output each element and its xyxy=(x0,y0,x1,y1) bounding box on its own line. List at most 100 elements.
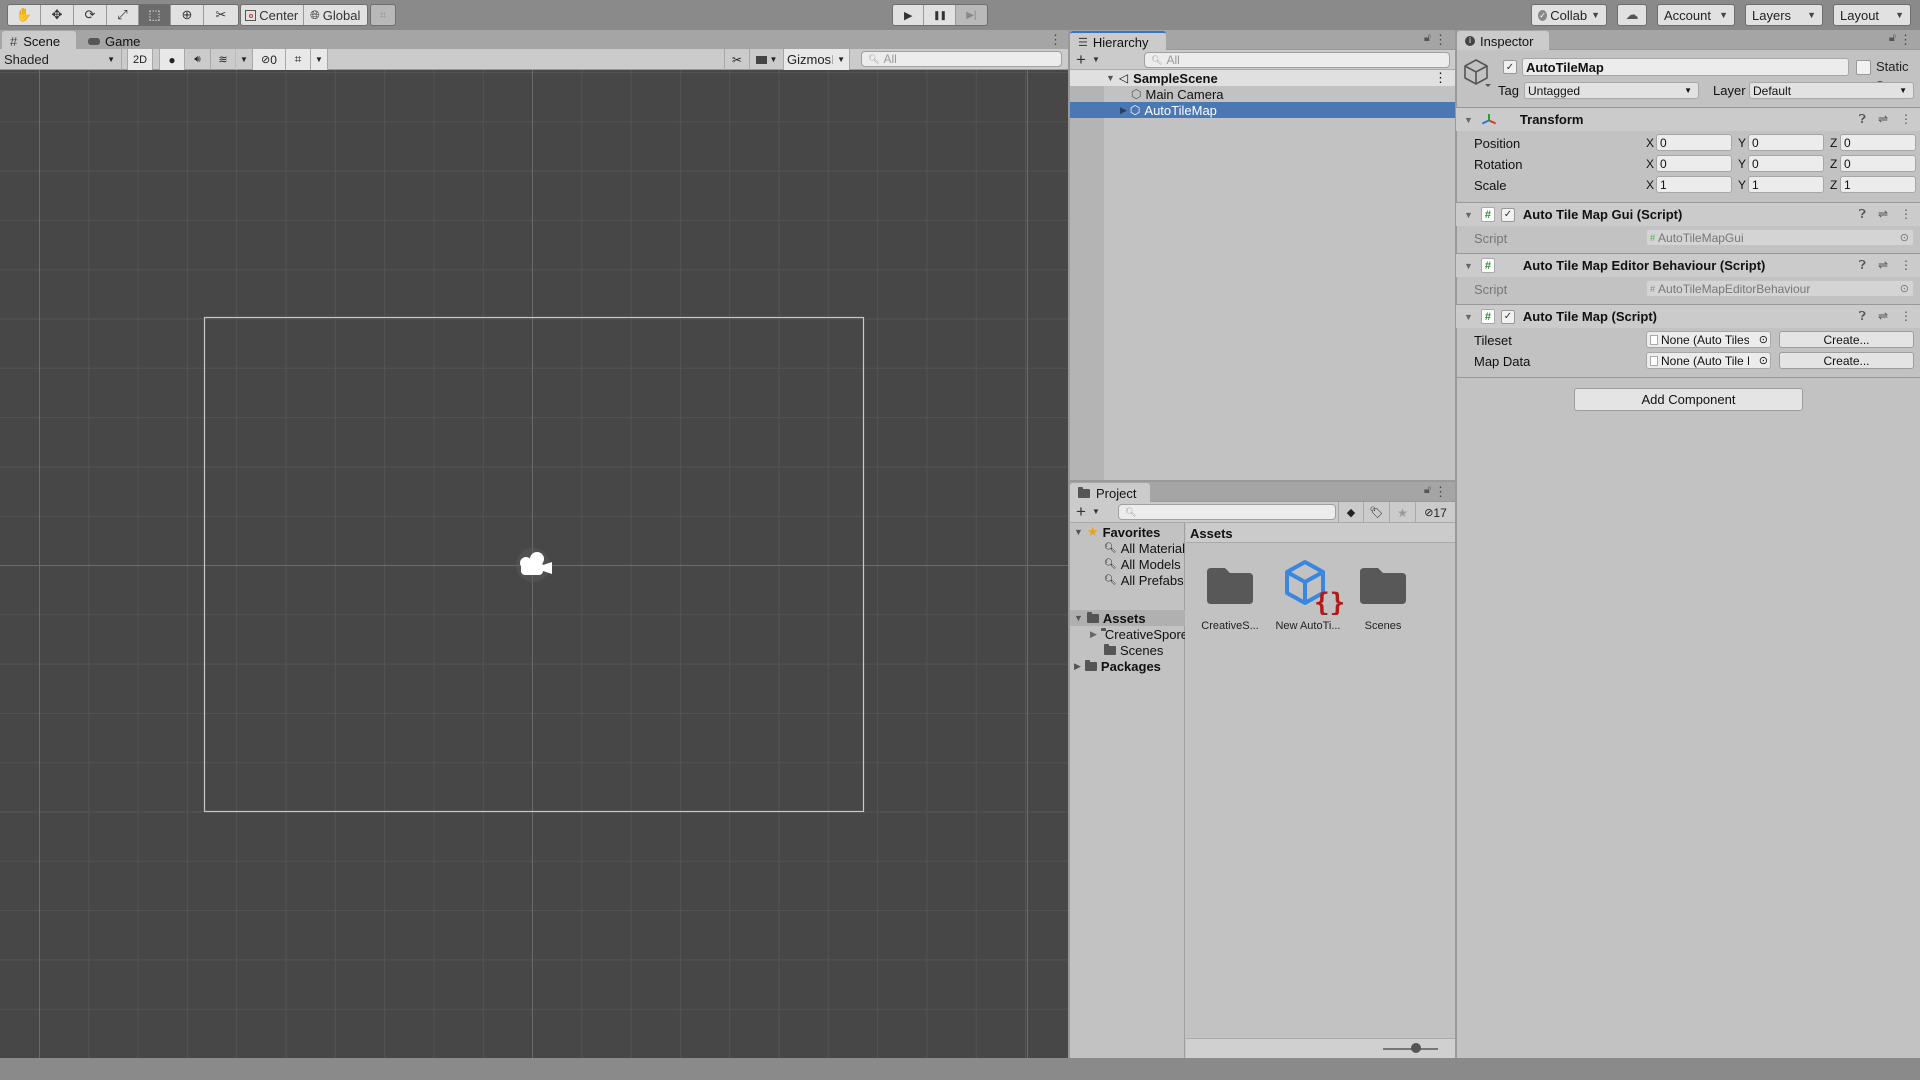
more-options-icon[interactable]: ⋮ xyxy=(1900,309,1912,324)
tab-project[interactable]: Project xyxy=(1070,483,1150,503)
gizmos-dropdown[interactable]: Gizmos ▼ xyxy=(784,49,850,70)
account-dropdown[interactable]: Account ▼ xyxy=(1657,4,1735,26)
zoom-slider-thumb[interactable] xyxy=(1411,1043,1421,1053)
hierarchy-item[interactable]: ⬡ Main Camera xyxy=(1069,86,1455,102)
tab-inspector[interactable]: i Inspector xyxy=(1457,31,1549,51)
rotate-tool-button[interactable]: ⟳ xyxy=(74,5,107,25)
expand-arrow-icon[interactable]: ▼ xyxy=(1106,73,1115,83)
pivot-mode-button[interactable]: Center xyxy=(241,5,304,25)
tag-dropdown[interactable]: Untagged ▼ xyxy=(1524,82,1699,99)
collapse-arrow-icon[interactable]: ▼ xyxy=(1464,210,1473,220)
pivot-rotation-button[interactable]: 🌐︎ Global xyxy=(303,5,367,25)
tab-scene[interactable]: # Scene xyxy=(2,31,76,51)
asset-label[interactable]: Scenes xyxy=(1347,620,1419,632)
transform-x-input[interactable]: 0 xyxy=(1656,155,1732,172)
custom-tool-button[interactable]: ✂ xyxy=(204,5,238,25)
create-map-data-button[interactable]: Create... xyxy=(1779,352,1914,369)
create-tileset-button[interactable]: Create... xyxy=(1779,331,1914,348)
2d-toggle[interactable]: 2D xyxy=(127,49,153,70)
lock-icon[interactable]: 🔓︎ xyxy=(1889,32,1896,45)
asset-label[interactable]: CreativeS... xyxy=(1194,620,1266,632)
assets-child-row[interactable]: Scenes xyxy=(1104,642,1163,658)
pause-button[interactable]: ❚❚ xyxy=(924,5,956,25)
layout-dropdown[interactable]: Layout ▼ xyxy=(1833,4,1911,26)
project-search-input[interactable]: 🔍︎ xyxy=(1118,504,1336,520)
transform-x-input[interactable]: 1 xyxy=(1656,176,1732,193)
component-header[interactable]: ▼ # ✓ Auto Tile Map Gui (Script) ❓︎ ⇌ ⋮ xyxy=(1456,202,1920,226)
object-picker-icon[interactable]: ⊙ xyxy=(1759,354,1768,367)
chevron-down-icon[interactable]: ▼ xyxy=(1092,507,1100,516)
layers-dropdown[interactable]: Layers ▼ xyxy=(1745,4,1823,26)
help-icon[interactable]: ❓︎ xyxy=(1859,309,1866,324)
tab-game[interactable]: Game xyxy=(80,31,148,51)
expand-arrow-icon[interactable]: ▶ xyxy=(1120,105,1127,116)
hidden-packages-button[interactable]: ⊘ 17 xyxy=(1416,502,1455,523)
hierarchy-item-selected[interactable]: ▶ ⬡ AutoTileMap xyxy=(1070,102,1455,118)
component-enabled-checkbox[interactable]: ✓ xyxy=(1500,207,1515,222)
more-options-icon[interactable]: ⋮ xyxy=(1899,32,1912,48)
favorites-item[interactable]: 🔍︎ All Prefabs xyxy=(1104,572,1184,588)
asset-label[interactable]: New AutoTi... xyxy=(1272,620,1344,632)
active-checkbox[interactable]: ✓ xyxy=(1503,60,1517,74)
presets-icon[interactable]: ⇌ xyxy=(1878,309,1888,324)
favorites-button[interactable]: ★ xyxy=(1390,502,1416,523)
layer-dropdown[interactable]: Default ▼ xyxy=(1749,82,1914,99)
axis-label-z[interactable]: Z xyxy=(1830,157,1837,171)
presets-icon[interactable]: ⇌ xyxy=(1878,112,1888,127)
grid-dropdown[interactable]: ▼ xyxy=(311,49,328,70)
help-icon[interactable]: ❓︎ xyxy=(1859,207,1866,222)
assets-child-row[interactable]: ▶ CreativeSpore xyxy=(1090,626,1185,642)
more-options-icon[interactable]: ⋮ xyxy=(1900,207,1912,222)
tools-button[interactable]: ✂ xyxy=(724,49,750,70)
move-tool-button[interactable]: ✥ xyxy=(41,5,74,25)
scene-viewport[interactable] xyxy=(0,70,1068,1058)
transform-y-input[interactable]: 1 xyxy=(1748,176,1824,193)
collapse-arrow-icon[interactable]: ▼ xyxy=(1464,115,1473,125)
audio-toggle[interactable]: 🔊︎ xyxy=(185,49,211,70)
transform-z-input[interactable]: 0 xyxy=(1840,155,1916,172)
effects-toggle[interactable]: ≋ xyxy=(211,49,236,70)
favorites-row[interactable]: ▼ ★ Favorites xyxy=(1074,524,1160,540)
object-picker-icon[interactable]: ⊙ xyxy=(1900,282,1909,295)
expand-arrow-icon[interactable]: ▶ xyxy=(1090,629,1097,640)
more-options-icon[interactable]: ⋮ xyxy=(1434,32,1447,48)
packages-row[interactable]: ▶ Packages xyxy=(1074,658,1161,674)
asset-folder-icon[interactable] xyxy=(1358,566,1408,606)
axis-label-x[interactable]: X xyxy=(1646,157,1654,171)
add-icon[interactable]: + xyxy=(1076,50,1086,70)
camera-dropdown[interactable]: ▼ xyxy=(750,49,784,70)
object-name-input[interactable]: AutoTileMap xyxy=(1522,58,1849,76)
assets-row[interactable]: ▼ Assets xyxy=(1070,610,1185,626)
help-icon[interactable]: ❓︎ xyxy=(1859,258,1866,273)
effects-dropdown[interactable]: ▼ xyxy=(236,49,253,70)
hand-tool-button[interactable]: ✋ xyxy=(8,5,41,25)
static-checkbox[interactable] xyxy=(1856,60,1871,75)
more-options-icon[interactable]: ⋮ xyxy=(1900,258,1912,273)
presets-icon[interactable]: ⇌ xyxy=(1878,258,1888,273)
rect-tool-button[interactable]: ⬚ xyxy=(139,5,171,25)
play-button[interactable]: ▶ xyxy=(893,5,925,25)
filter-type-button[interactable]: ◆ xyxy=(1338,502,1364,523)
more-options-icon[interactable]: ⋮ xyxy=(1900,112,1912,127)
favorites-item[interactable]: 🔍︎ All Materials xyxy=(1104,540,1185,556)
hierarchy-search-input[interactable]: 🔍︎ All xyxy=(1144,52,1450,68)
lighting-toggle[interactable]: ● xyxy=(159,49,185,70)
transform-z-input[interactable]: 1 xyxy=(1840,176,1916,193)
expand-arrow-icon[interactable]: ▶ xyxy=(1074,661,1081,672)
gameobject-large-icon[interactable] xyxy=(1463,57,1491,87)
more-options-icon[interactable]: ⋮ xyxy=(1049,32,1062,48)
axis-label-z[interactable]: Z xyxy=(1830,136,1837,150)
component-header[interactable]: ▼ # ✓ Auto Tile Map (Script) ❓︎ ⇌ ⋮ xyxy=(1456,304,1920,328)
add-component-button[interactable]: Add Component xyxy=(1574,388,1803,411)
shading-mode-dropdown[interactable]: Shaded ▼ xyxy=(0,49,122,70)
snap-button[interactable]: ⌗ xyxy=(370,4,396,26)
collab-dropdown[interactable]: ✓ Collab ▼ xyxy=(1531,4,1607,26)
camera-gizmo-icon[interactable] xyxy=(516,548,552,582)
map-data-object-field[interactable]: None (Auto Tile Map Data) ⊙ xyxy=(1646,352,1771,369)
more-options-icon[interactable]: ⋮ xyxy=(1434,70,1447,86)
presets-icon[interactable]: ⇌ xyxy=(1878,207,1888,222)
axis-label-z[interactable]: Z xyxy=(1830,178,1837,192)
favorites-item[interactable]: 🔍︎ All Models xyxy=(1104,556,1181,572)
prefab-script-icon[interactable]: {} xyxy=(1283,559,1345,618)
tileset-object-field[interactable]: None (Auto Tileset) ⊙ xyxy=(1646,331,1771,348)
